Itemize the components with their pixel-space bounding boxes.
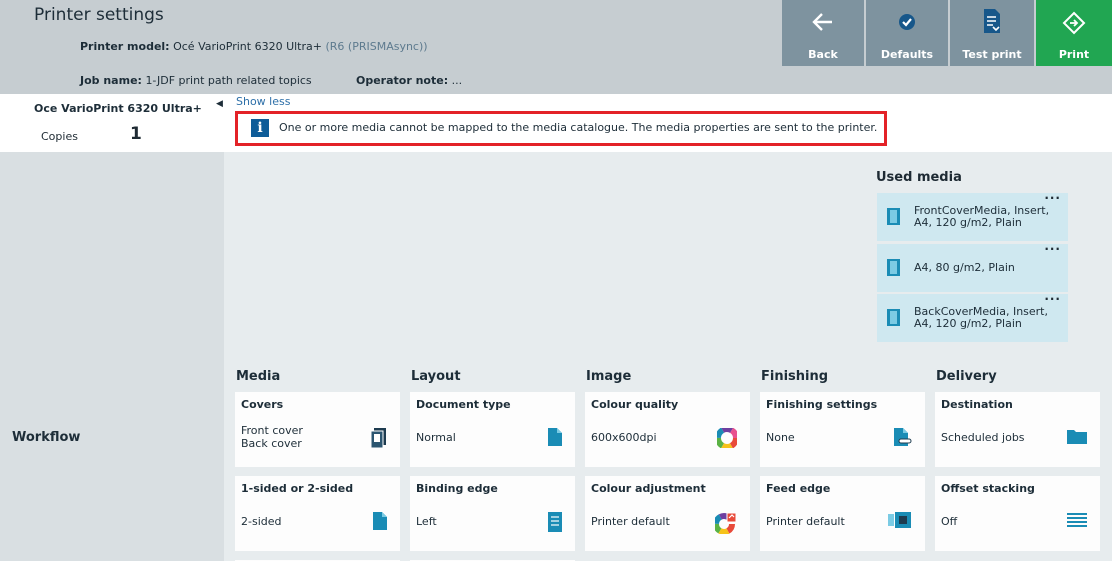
column-heading-layout: Layout — [411, 369, 461, 384]
media-line2: A4, 120 g/m2, Plain — [914, 216, 1022, 229]
more-options-icon[interactable]: ... — [1044, 188, 1061, 202]
test-print-icon — [984, 9, 1000, 33]
tile-value: Printer default — [591, 515, 670, 528]
media-sheet-icon — [887, 309, 900, 326]
job-name-row: Job name: 1-JDF print path related topic… — [80, 74, 312, 87]
copies-label: Copies — [41, 130, 78, 143]
collapse-triangle-icon[interactable]: ◀ — [216, 99, 223, 109]
binding-edge-tile[interactable]: Binding edge Left — [410, 476, 575, 551]
workflow-panel: Workflow — [0, 152, 224, 561]
tile-value: 2-sided — [241, 515, 282, 528]
settings-main-area: ◀ Show less i One or more media cannot b… — [216, 94, 1112, 561]
defaults-button-label: Defaults — [880, 48, 934, 61]
operator-note-value: ... — [451, 74, 463, 87]
check-circle-icon — [899, 14, 915, 30]
more-options-icon[interactable]: ... — [1044, 239, 1061, 253]
sided-icon — [373, 512, 387, 530]
header-bar: Printer settings Printer model: Océ Vari… — [0, 0, 1112, 94]
back-button-label: Back — [808, 48, 838, 61]
tile-title: Colour adjustment — [591, 482, 706, 495]
destination-tile[interactable]: Destination Scheduled jobs — [935, 392, 1100, 467]
column-heading-finishing: Finishing — [761, 369, 829, 384]
tile-title: Document type — [416, 398, 511, 411]
info-message-text: One or more media cannot be mapped to th… — [279, 121, 878, 134]
used-media-card[interactable]: ... BackCoverMedia, Insert, A4, 120 g/m2… — [877, 289, 1068, 342]
back-button[interactable]: Back — [782, 0, 864, 66]
tile-value: Front cover — [241, 424, 303, 437]
page-title: Printer settings — [34, 5, 164, 25]
column-heading-image: Image — [586, 369, 632, 384]
copies-value[interactable]: 1 — [130, 124, 142, 144]
test-print-button-label: Test print — [962, 48, 1022, 61]
finishing-settings-tile[interactable]: Finishing settings None — [760, 392, 925, 467]
tile-title: Destination — [941, 398, 1013, 411]
arrow-left-icon — [812, 13, 832, 31]
tile-title: Binding edge — [416, 482, 498, 495]
color-wheel-icon — [717, 428, 737, 448]
printer-model-detail: (R6 (PRISMAsync)) — [325, 40, 428, 53]
printer-model-label: Printer model: — [80, 40, 170, 53]
tile-title: Offset stacking — [941, 482, 1035, 495]
folder-icon — [1067, 430, 1087, 444]
tile-value: Left — [416, 515, 437, 528]
printer-summary-panel: Oce VarioPrint 6320 Ultra+ Copies 1 — [0, 94, 224, 152]
column-heading-media: Media — [236, 369, 281, 384]
tile-value: None — [766, 431, 795, 444]
info-message-box: i One or more media cannot be mapped to … — [235, 111, 887, 146]
sided-tile[interactable]: 1-sided or 2-sided 2-sided — [235, 476, 400, 551]
tile-title: Covers — [241, 398, 284, 411]
message-area: ◀ Show less i One or more media cannot b… — [216, 94, 1112, 152]
more-options-icon[interactable]: ... — [1044, 289, 1061, 303]
tile-title: Colour quality — [591, 398, 679, 411]
tile-value: Back cover — [241, 437, 302, 450]
used-media-card[interactable]: ... A4, 80 g/m2, Plain — [877, 239, 1068, 292]
column-heading-delivery: Delivery — [936, 369, 997, 384]
colour-quality-tile[interactable]: Colour quality 600x600dpi — [585, 392, 750, 467]
used-media-card[interactable]: ... FrontCoverMedia, Insert, A4, 120 g/m… — [877, 188, 1068, 241]
colour-adjustment-tile[interactable]: Colour adjustment Printer default — [585, 476, 750, 551]
operator-note-label: Operator note: — [356, 74, 449, 87]
document-icon — [548, 428, 562, 446]
info-icon: i — [251, 119, 269, 137]
offset-stacking-icon — [1067, 513, 1087, 527]
tile-value: Printer default — [766, 515, 845, 528]
tile-value: 600x600dpi — [591, 431, 657, 444]
printer-name: Oce VarioPrint 6320 Ultra+ — [34, 102, 202, 115]
color-adjust-icon — [715, 512, 737, 534]
operator-note-row[interactable]: Operator note: ... — [356, 74, 462, 87]
document-type-tile[interactable]: Document type Normal — [410, 392, 575, 467]
offset-stacking-tile[interactable]: Offset stacking Off — [935, 476, 1100, 551]
feed-edge-tile[interactable]: Feed edge Printer default — [760, 476, 925, 551]
feed-edge-icon — [888, 512, 911, 528]
tile-title: Feed edge — [766, 482, 831, 495]
used-media-title: Used media — [876, 170, 962, 185]
workflow-label: Workflow — [12, 430, 81, 445]
tile-value: Scheduled jobs — [941, 431, 1025, 444]
printer-model-row: Printer model: Océ VarioPrint 6320 Ultra… — [80, 40, 428, 53]
tile-value: Off — [941, 515, 958, 528]
finishing-icon — [894, 428, 912, 446]
media-sheet-icon — [887, 259, 900, 276]
defaults-button[interactable]: Defaults — [866, 0, 948, 66]
tile-title: Finishing settings — [766, 398, 878, 411]
tile-value: Normal — [416, 431, 456, 444]
media-line2: A4, 120 g/m2, Plain — [914, 317, 1022, 330]
covers-icon — [371, 428, 386, 448]
job-name-value: 1-JDF print path related topics — [145, 74, 312, 87]
print-button-label: Print — [1058, 48, 1090, 61]
test-print-button[interactable]: Test print — [950, 0, 1034, 66]
media-sheet-icon — [887, 208, 900, 225]
show-less-link[interactable]: Show less — [236, 95, 290, 108]
print-diamond-icon — [1062, 11, 1086, 35]
media-line1: A4, 80 g/m2, Plain — [914, 261, 1015, 274]
binding-edge-icon — [548, 512, 562, 532]
covers-tile[interactable]: Covers Front cover Back cover — [235, 392, 400, 467]
tile-title: 1-sided or 2-sided — [241, 482, 354, 495]
job-name-label: Job name: — [80, 74, 142, 87]
print-button[interactable]: Print — [1036, 0, 1112, 66]
printer-model-value: Océ VarioPrint 6320 Ultra+ — [173, 40, 322, 53]
